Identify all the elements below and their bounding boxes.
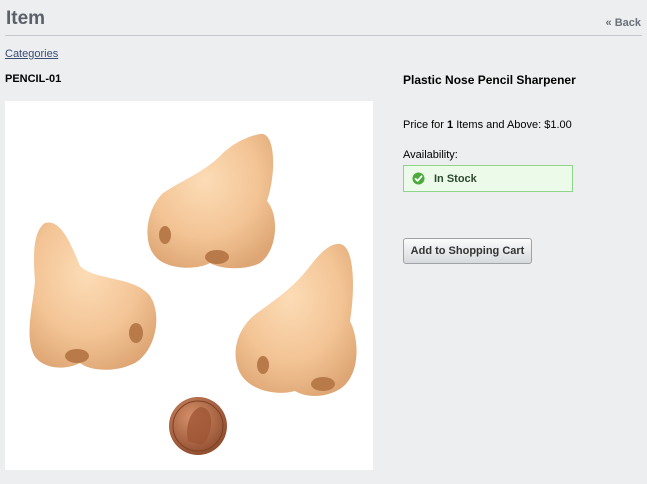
add-to-cart-button[interactable]: Add to Shopping Cart	[403, 238, 532, 264]
penny	[169, 397, 227, 455]
nose-right	[235, 243, 357, 396]
nose-top	[147, 133, 276, 269]
product-name: Plastic Nose Pencil Sharpener	[403, 73, 576, 87]
stock-status-box: In Stock	[403, 165, 573, 192]
page-title: Item	[6, 8, 46, 29]
availability-label: Availability:	[403, 149, 458, 161]
product-sku: PENCIL-01	[5, 73, 62, 85]
back-link[interactable]: « Back	[606, 17, 641, 29]
breadcrumb-categories-link[interactable]: Categories	[5, 48, 58, 60]
nose-left	[29, 222, 157, 370]
price-prefix: Price for	[403, 119, 448, 131]
stock-status-text: In Stock	[434, 173, 477, 185]
check-circle-icon	[412, 172, 425, 185]
product-image	[5, 101, 373, 470]
price-line: Price for 1 Items and Above: $1.00	[403, 119, 572, 131]
price-suffix: Items and Above: $1.00	[453, 119, 572, 131]
header-divider	[5, 35, 642, 36]
